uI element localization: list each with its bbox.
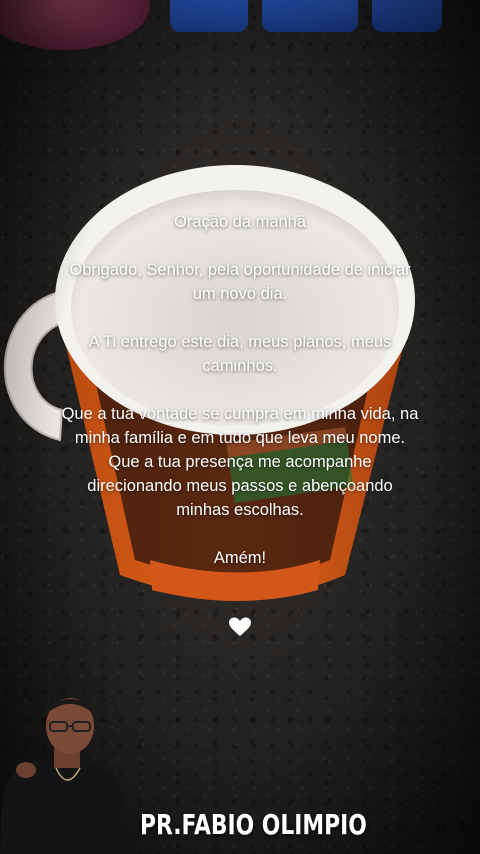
prayer-paragraph: Obrigado, Senhor, pela oportunidade de i… (69, 261, 411, 303)
author-name: PR.FABIO OLIMPIO (140, 808, 367, 841)
prayer-paragraph: Que a tua vontade se cumpra em minha vid… (61, 405, 419, 519)
prayer-title: Oração da manhã (173, 213, 307, 231)
prayer-closing: Amém! (213, 549, 267, 567)
author-photo (0, 698, 128, 854)
story-canvas: Oração da manhã Obrigado, Senhor, pela o… (0, 0, 480, 854)
prayer-text-block: Oração da manhã Obrigado, Senhor, pela o… (60, 210, 420, 594)
prayer-paragraph: A Ti entrego este dia, meus planos, meus… (88, 333, 392, 375)
white-heart-icon (229, 617, 251, 636)
